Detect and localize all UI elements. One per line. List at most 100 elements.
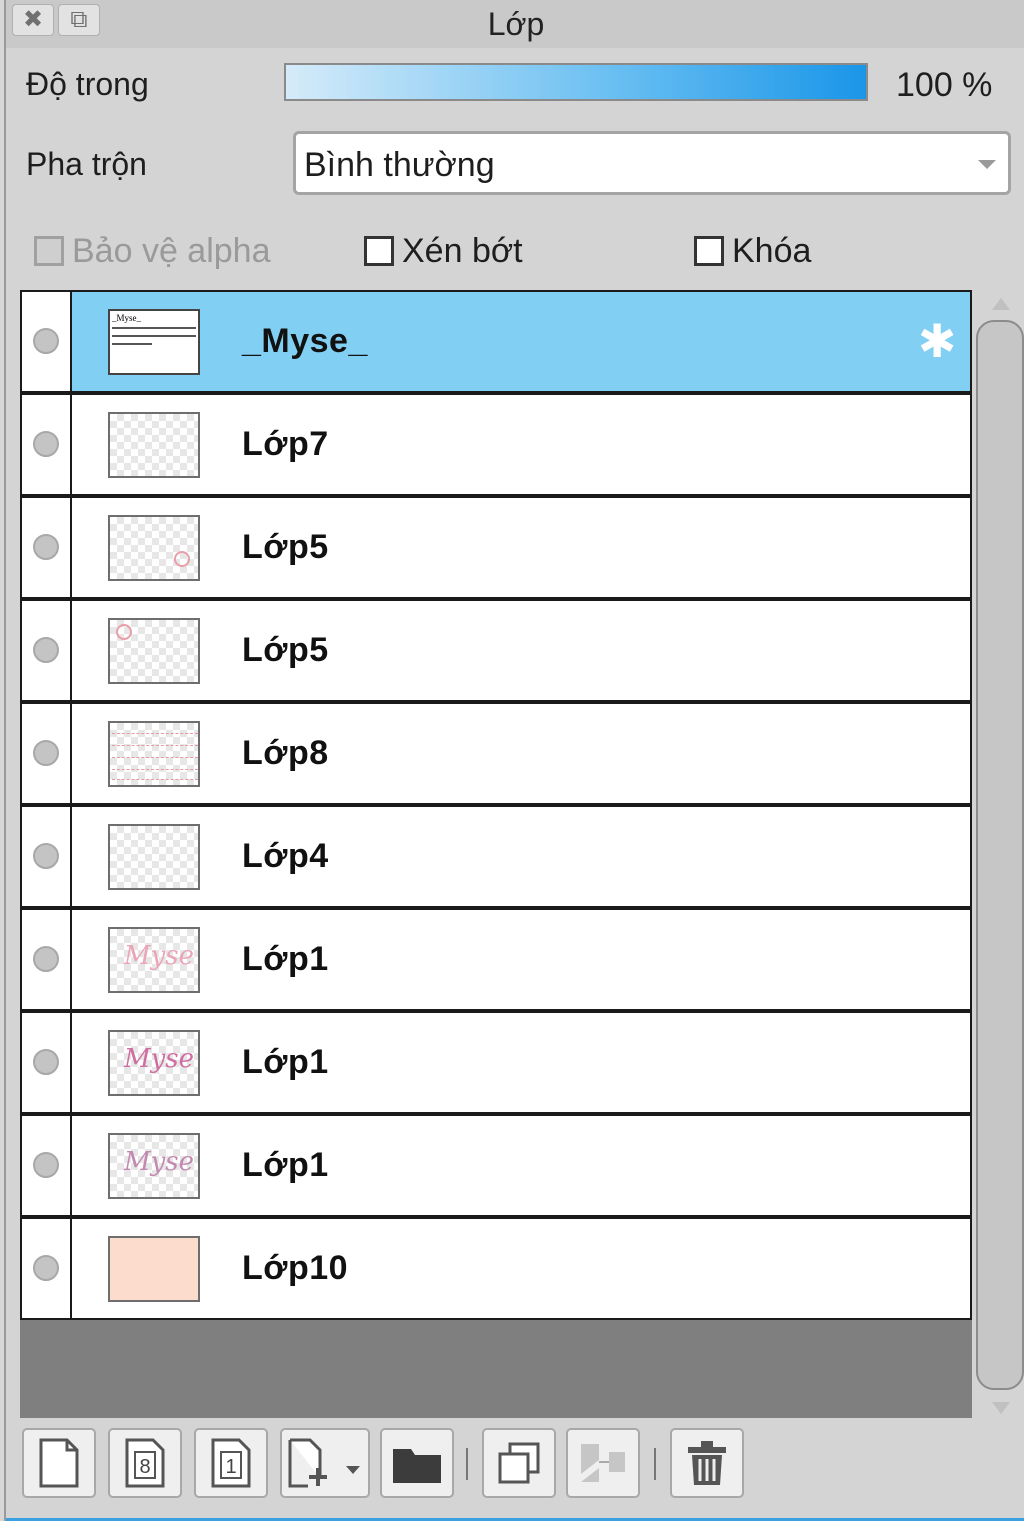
layer-row-main[interactable]: Lớp8 [72, 704, 970, 803]
visibility-icon[interactable] [33, 328, 59, 354]
visibility-cell[interactable] [22, 601, 72, 700]
icon-number-8: 8 [139, 1456, 150, 1478]
visibility-icon[interactable] [33, 637, 59, 663]
layer-name: Lớp1 [242, 1043, 329, 1081]
layer-row[interactable]: Lớp5 [20, 599, 972, 702]
lock-option[interactable]: Khóa [694, 232, 834, 272]
layer-row-main[interactable]: Lớp5 [72, 601, 970, 700]
thumbnail-line [112, 745, 198, 747]
layer-name: Lớp10 [242, 1249, 349, 1287]
layer-row[interactable]: Myse Lớp1 [20, 1114, 972, 1217]
new-layer-menu-icon [288, 1438, 360, 1488]
layer-row-main[interactable]: Myse Lớp1 [72, 1013, 970, 1112]
layer-row[interactable]: Lớp8 [20, 702, 972, 805]
thumbnail-text: _Myse_ [112, 313, 141, 323]
new-1bit-layer-icon: 1 [211, 1438, 251, 1488]
visibility-icon[interactable] [33, 740, 59, 766]
visibility-cell[interactable] [22, 395, 72, 494]
new-raster-layer-icon [39, 1438, 79, 1488]
blend-mode-label: Pha trộn [26, 146, 147, 182]
new-8bit-layer-button[interactable]: 8 [108, 1428, 182, 1498]
thumbnail-script: Myse [124, 1147, 195, 1177]
visibility-cell[interactable] [22, 704, 72, 803]
lock-checkbox[interactable] [694, 236, 724, 266]
new-1bit-layer-button[interactable]: 1 [194, 1428, 268, 1498]
layer-row[interactable]: Lớp5 [20, 496, 972, 599]
layer-thumbnail [108, 515, 200, 581]
layer-thumbnail: Myse [108, 927, 200, 993]
thumbnail-script: Myse [124, 1044, 195, 1074]
visibility-icon[interactable] [33, 843, 59, 869]
layer-row[interactable]: Lớp4 [20, 805, 972, 908]
layer-name: Lớp5 [242, 631, 329, 669]
blend-mode-value: Bình thường [304, 146, 495, 184]
layer-row-main[interactable]: Lớp5 [72, 498, 970, 597]
visibility-cell[interactable] [22, 498, 72, 597]
visibility-cell[interactable] [22, 1116, 72, 1215]
layer-thumbnail [108, 824, 200, 890]
layer-row-main[interactable]: Lớp4 [72, 807, 970, 906]
layer-row-main[interactable]: Lớp10 [72, 1219, 970, 1318]
visibility-cell[interactable] [22, 807, 72, 906]
opacity-label: Độ trong [26, 66, 149, 102]
lock-label: Khóa [732, 232, 812, 270]
scrollbar-thumb[interactable] [976, 320, 1024, 1390]
new-folder-icon [393, 1449, 441, 1483]
visibility-icon[interactable] [33, 1049, 59, 1075]
duplicate-layer-button[interactable] [482, 1428, 556, 1498]
toolbar-divider [466, 1448, 468, 1480]
layer-name: Lớp1 [242, 1146, 329, 1184]
visibility-cell[interactable] [22, 1219, 72, 1318]
layer-row-main[interactable]: Lớp7 [72, 395, 970, 494]
protect-alpha-checkbox[interactable] [34, 236, 64, 266]
layer-row[interactable]: Lớp10 [20, 1217, 972, 1320]
scroll-up-icon[interactable] [992, 298, 1010, 310]
visibility-icon[interactable] [33, 1152, 59, 1178]
layer-row-main[interactable]: Myse Lớp1 [72, 910, 970, 1009]
merge-layer-icon [581, 1444, 625, 1482]
layer-toolbar: 8 1 [6, 1418, 1024, 1521]
protect-alpha-option[interactable]: Bảo vệ alpha [34, 232, 294, 272]
visibility-icon[interactable] [33, 946, 59, 972]
layer-row-main[interactable]: Myse Lớp1 [72, 1116, 970, 1215]
layer-row[interactable]: Lớp7 [20, 393, 972, 496]
layer-row[interactable]: Myse Lớp1 [20, 908, 972, 1011]
visibility-icon[interactable] [33, 431, 59, 457]
layer-row-main[interactable]: _Myse_ _Myse_ ✱ [72, 292, 970, 391]
new-raster-layer-button[interactable] [22, 1428, 96, 1498]
opacity-slider[interactable] [284, 63, 868, 101]
layer-name: Lớp1 [242, 940, 329, 978]
delete-layer-icon [688, 1441, 726, 1485]
visibility-cell[interactable] [22, 910, 72, 1009]
thumbnail-line [112, 779, 198, 781]
layer-name: _Myse_ [242, 322, 368, 360]
layer-thumbnail: Myse [108, 1030, 200, 1096]
thumbnail-line [112, 733, 198, 735]
clip-option[interactable]: Xén bớt [364, 232, 544, 272]
new-layer-menu-button[interactable] [280, 1428, 370, 1498]
new-folder-button[interactable] [380, 1428, 454, 1498]
scroll-down-icon[interactable] [992, 1402, 1010, 1414]
gear-icon[interactable]: ✱ [914, 318, 960, 364]
thumbnail-line [112, 769, 198, 771]
visibility-icon[interactable] [33, 1255, 59, 1281]
thumbnail-line [112, 757, 198, 759]
merge-layer-button[interactable] [566, 1428, 640, 1498]
visibility-icon[interactable] [33, 534, 59, 560]
layer-list: _Myse_ _Myse_ ✱ Lớp7 Lớp5 Lớp5 Lớp8 Lớp4… [20, 290, 972, 1418]
scrollbar[interactable] [974, 292, 1024, 1418]
layer-row[interactable]: _Myse_ _Myse_ ✱ [20, 290, 972, 393]
delete-layer-button[interactable] [670, 1428, 744, 1498]
chevron-down-icon [978, 160, 996, 169]
visibility-cell[interactable] [22, 1013, 72, 1112]
thumbnail-text-line [112, 335, 196, 337]
layer-thumbnail [108, 618, 200, 684]
thumbnail-script: Myse [124, 941, 195, 971]
clip-checkbox[interactable] [364, 236, 394, 266]
panel-title: Lớp [487, 6, 545, 42]
blend-mode-select[interactable]: Bình thường [293, 131, 1011, 195]
layer-name: Lớp4 [242, 837, 329, 875]
visibility-cell[interactable] [22, 292, 72, 391]
new-8bit-layer-icon: 8 [125, 1438, 165, 1488]
layer-row[interactable]: Myse Lớp1 [20, 1011, 972, 1114]
